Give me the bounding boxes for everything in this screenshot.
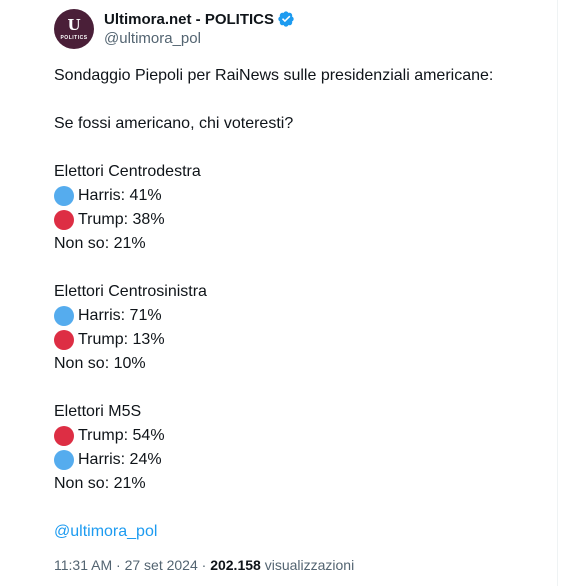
poll-row-text: Non so: 21% [54, 235, 146, 252]
poll-row-text: Trump: 13% [78, 331, 165, 348]
author-display-name[interactable]: Ultimora.net - POLITICS [104, 11, 274, 28]
avatar-logo-sub: POLITICS [60, 34, 88, 41]
group-title: Elettori M5S [54, 403, 142, 420]
tweet-date[interactable]: 27 set 2024 [125, 557, 198, 573]
red-circle-icon [54, 426, 74, 446]
group-title: Elettori Centrosinistra [54, 283, 207, 300]
avatar[interactable]: U POLITICS [54, 9, 94, 49]
avatar-logo: U [67, 15, 81, 34]
poll-row-text: Harris: 71% [78, 307, 162, 324]
blue-circle-icon [54, 450, 74, 470]
mention-line: @ultimora_pol [54, 520, 554, 544]
mention-link[interactable]: @ultimora_pol [54, 520, 157, 544]
meta-separator: · [197, 557, 211, 573]
tweet-container: U POLITICS Ultimora.net - POLITICS @ulti… [0, 0, 558, 586]
tweet-intro: Sondaggio Piepoli per RaiNews sulle pres… [54, 67, 494, 84]
tweet-text: Sondaggio Piepoli per RaiNews sulle pres… [54, 64, 554, 544]
poll-row: Trump: 54% [54, 424, 554, 448]
poll-row-text: Harris: 41% [78, 187, 162, 204]
blue-circle-icon [54, 186, 74, 206]
blue-circle-icon [54, 306, 74, 326]
poll-row-text: Trump: 54% [78, 427, 165, 444]
author-name-row: Ultimora.net - POLITICS [104, 8, 295, 30]
tweet-meta: 11:31 AM · 27 set 2024 · 202.158 visuali… [54, 557, 354, 573]
poll-row: Harris: 24% [54, 448, 554, 472]
verified-badge-icon[interactable] [277, 10, 295, 28]
poll-row: Trump: 13% [54, 328, 554, 352]
poll-row-text: Harris: 24% [78, 451, 162, 468]
red-circle-icon [54, 330, 74, 350]
group-title: Elettori Centrodestra [54, 163, 201, 180]
views-label: visualizzazioni [260, 557, 355, 573]
tweet-question: Se fossi americano, chi voteresti? [54, 115, 294, 132]
red-circle-icon [54, 210, 74, 230]
poll-row: Non so: 21% [54, 232, 554, 256]
poll-row-text: Non so: 10% [54, 355, 146, 372]
author-handle[interactable]: @ultimora_pol [104, 30, 201, 47]
tweet-time[interactable]: 11:31 AM [54, 557, 112, 573]
poll-row-text: Trump: 38% [78, 211, 165, 228]
poll-row: Harris: 71% [54, 304, 554, 328]
poll-row: Non so: 10% [54, 352, 554, 376]
meta-separator: · [112, 557, 125, 573]
poll-row-text: Non so: 21% [54, 475, 146, 492]
views-count: 202.158 [210, 557, 261, 573]
poll-row: Trump: 38% [54, 208, 554, 232]
poll-row: Harris: 41% [54, 184, 554, 208]
poll-row: Non so: 21% [54, 472, 554, 496]
